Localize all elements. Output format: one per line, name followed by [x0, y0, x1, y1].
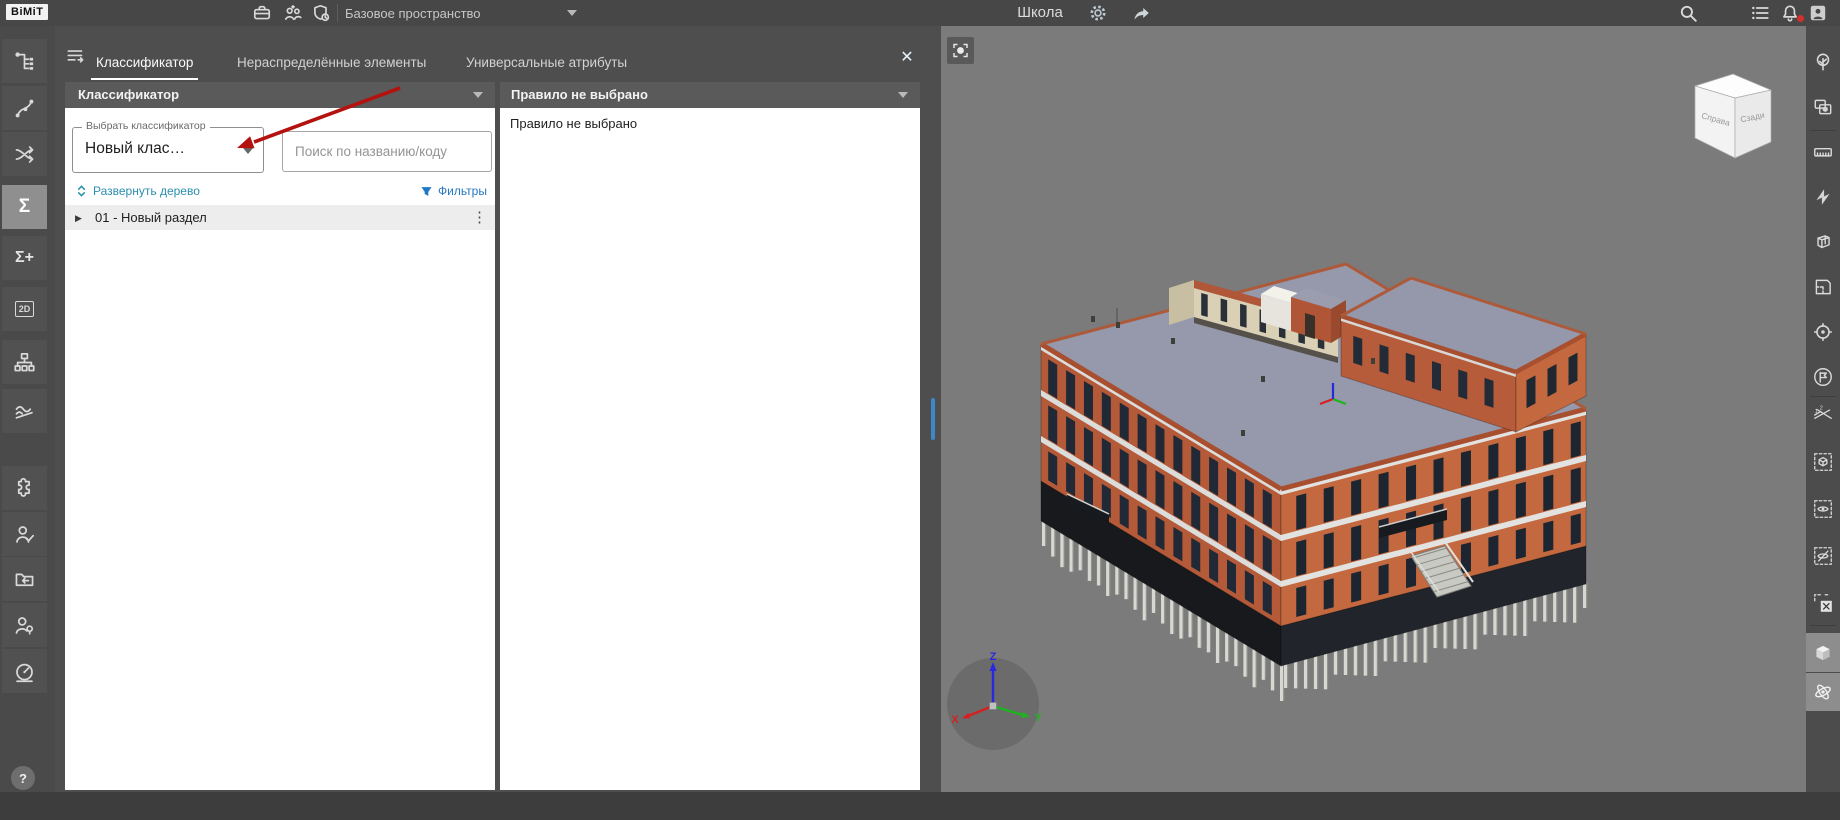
- classifier-select-label: Выбрать классификатор: [82, 120, 210, 132]
- rule-panel-title: Правило не выбрано: [511, 87, 648, 102]
- classifier-panel-title: Классификатор: [78, 87, 180, 102]
- expand-collapse-icon: [77, 185, 86, 197]
- import-folder-icon[interactable]: [2, 557, 47, 601]
- axis-gizmo: Z X Y: [947, 651, 1042, 750]
- expand-tree-button[interactable]: Развернуть дерево: [75, 184, 200, 198]
- shuffle-links-icon[interactable]: [2, 132, 47, 176]
- notification-badge: [1797, 15, 1804, 22]
- toolbar-divider: [1810, 130, 1836, 131]
- floor-plan-icon[interactable]: [1809, 273, 1837, 301]
- focus-icon[interactable]: [1809, 318, 1837, 346]
- user-location-icon[interactable]: [2, 603, 47, 647]
- view-2d-icon[interactable]: 2D: [2, 287, 47, 331]
- 2d-glyph: 2D: [14, 301, 35, 317]
- filters-button[interactable]: Фильтры: [420, 184, 487, 198]
- share-icon[interactable]: [1129, 2, 1153, 24]
- show-selection-icon[interactable]: [1809, 495, 1837, 523]
- dashboard-gauge-icon[interactable]: [2, 649, 47, 693]
- plugins-icon[interactable]: [2, 466, 47, 510]
- rule-panel-header[interactable]: Правило не выбрано: [500, 82, 920, 108]
- tree-item-label: 01 - Новый раздел: [95, 210, 207, 225]
- tab-classifier[interactable]: Классификатор: [90, 55, 199, 80]
- toolbar-divider: [1810, 625, 1836, 626]
- svg-text:1: 1: [1815, 409, 1818, 415]
- classifier-panel-header[interactable]: Классификатор: [65, 82, 495, 108]
- focus-mode-button[interactable]: [947, 37, 974, 64]
- settings-gear-icon[interactable]: [1086, 2, 1110, 24]
- expander-triangle-icon[interactable]: ▶: [75, 213, 82, 224]
- left-toolbar: Σ Σ+ 2D: [0, 26, 55, 792]
- select-similar-icon[interactable]: [1809, 93, 1837, 121]
- environment-icon[interactable]: [1809, 48, 1837, 76]
- workspace-selector[interactable]: Базовое пространство: [345, 0, 577, 26]
- chevron-down-icon: [473, 92, 483, 98]
- isolate-selection-icon[interactable]: [1809, 448, 1837, 476]
- relations-icon[interactable]: [2, 86, 47, 130]
- section-cut-icon[interactable]: [1809, 183, 1837, 211]
- panel-menu-icon[interactable]: [64, 44, 88, 68]
- classifier-add-icon[interactable]: Σ+: [2, 236, 47, 280]
- right-toolbar: 12: [1806, 26, 1840, 792]
- panel-resize-handle[interactable]: [931, 398, 935, 440]
- account-icon[interactable]: [1806, 2, 1830, 24]
- filters-label: Фильтры: [438, 184, 487, 198]
- top-bar: BiMiT Базовое пространство Школа: [0, 0, 1840, 27]
- tree-row[interactable]: ▶ 01 - Новый раздел ⋮: [65, 205, 495, 230]
- search-field-wrap: [282, 131, 492, 172]
- app-logo: BiMiT: [6, 4, 49, 20]
- menu-list-icon[interactable]: [1748, 2, 1772, 24]
- model-tree-icon[interactable]: [2, 39, 47, 83]
- section-box-icon[interactable]: [1809, 228, 1837, 256]
- sigma-plus-glyph: Σ+: [15, 249, 34, 266]
- team-icon[interactable]: [281, 2, 305, 24]
- axis-x-label: X: [951, 714, 959, 726]
- viewport-3d[interactable]: Справа Сзади Z X Y: [941, 26, 1806, 792]
- chevron-down-icon: [898, 92, 908, 98]
- user-check-icon[interactable]: [2, 512, 47, 556]
- flag-icon[interactable]: [1809, 363, 1837, 391]
- classifier-select-value: Новый клас…: [85, 140, 186, 157]
- topbar-divider: [337, 4, 338, 22]
- clear-selection-icon[interactable]: [1809, 589, 1837, 617]
- kebab-menu-icon[interactable]: ⋮: [472, 205, 487, 230]
- sigma-glyph: Σ: [18, 196, 31, 217]
- charts-icon[interactable]: [2, 389, 47, 433]
- classifier-sigma-icon[interactable]: Σ: [2, 185, 47, 229]
- briefcase-icon[interactable]: [250, 2, 274, 24]
- chevron-down-icon: [243, 148, 253, 154]
- classifier-select[interactable]: Выбрать классификатор Новый клас…: [72, 120, 264, 173]
- rule-empty-text: Правило не выбрано: [510, 116, 638, 131]
- toolbar-divider: [1810, 396, 1836, 397]
- axis-y-label: Y: [1034, 712, 1042, 724]
- measure-icon[interactable]: [1809, 138, 1837, 166]
- tab-unassigned-elements[interactable]: Нераспределённые элементы: [237, 55, 426, 73]
- grid-axes-icon[interactable]: 12: [1809, 401, 1837, 429]
- expand-tree-label: Развернуть дерево: [93, 184, 200, 198]
- bottom-strip: [0, 792, 1840, 820]
- structure-icon[interactable]: [2, 340, 47, 384]
- filter-icon: [421, 186, 432, 196]
- help-button[interactable]: ?: [11, 766, 35, 790]
- rule-panel-body: [500, 108, 920, 790]
- shaded-view-icon[interactable]: [1806, 633, 1840, 672]
- hide-selection-icon[interactable]: [1809, 542, 1837, 570]
- navigation-cube[interactable]: Справа Сзади: [1681, 62, 1773, 164]
- close-icon[interactable]: ✕: [894, 44, 920, 70]
- search-input[interactable]: [282, 131, 492, 172]
- svg-text:2: 2: [1820, 405, 1823, 411]
- building-model-3d: [1039, 262, 1588, 701]
- axis-z-label: Z: [990, 651, 997, 663]
- project-title: Школа: [1017, 4, 1063, 21]
- orbit-icon[interactable]: [1806, 673, 1840, 711]
- chevron-down-icon: [566, 10, 577, 16]
- search-icon[interactable]: [1676, 2, 1700, 24]
- shield-user-icon[interactable]: [309, 2, 333, 24]
- tab-universal-attributes[interactable]: Универсальные атрибуты: [466, 55, 627, 73]
- workspace-selector-value: Базовое пространство: [345, 5, 481, 21]
